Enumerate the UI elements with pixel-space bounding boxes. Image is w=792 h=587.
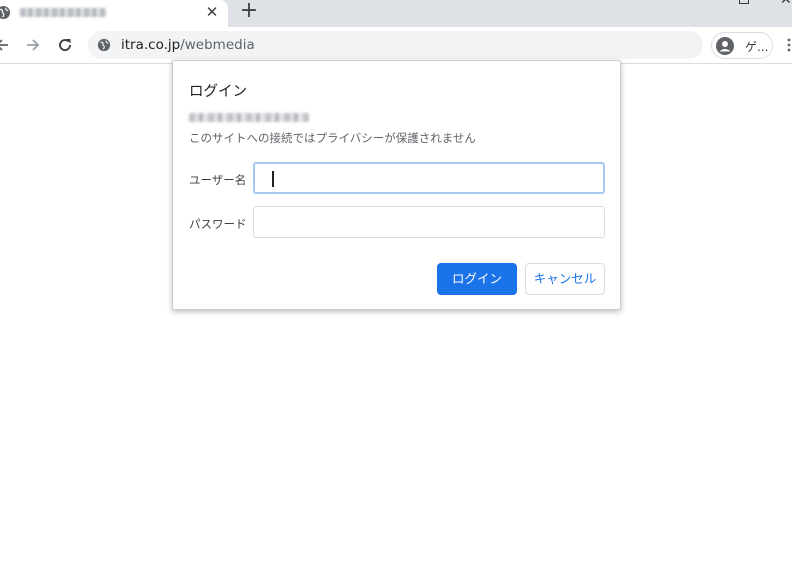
privacy-notice: このサイトへの接続ではプライバシーが保護されません (189, 131, 476, 145)
login-button[interactable]: ログイン (437, 263, 517, 295)
password-input[interactable] (253, 206, 605, 238)
browser-tab[interactable]: ✕ (0, 0, 228, 27)
url-text: itra.co.jp/webmedia (121, 37, 255, 53)
tab-title-obscured (20, 8, 106, 17)
menu-icon[interactable] (786, 37, 792, 53)
window-close-icon[interactable]: ✕ (780, 0, 792, 8)
tab-close-icon[interactable]: ✕ (203, 3, 221, 21)
url-host: itra.co.jp (121, 37, 181, 53)
username-label: ユーザー名 (189, 173, 247, 187)
new-tab-button[interactable]: + (238, 0, 260, 22)
dialog-origin-obscured (189, 113, 309, 122)
avatar-icon (716, 37, 734, 55)
text-caret (272, 171, 274, 187)
profile-button[interactable]: ゲ... (711, 32, 773, 59)
site-info-globe-icon[interactable] (97, 38, 111, 52)
maximize-icon[interactable] (739, 0, 749, 4)
forward-arrow-icon[interactable] (23, 35, 43, 55)
reload-icon[interactable] (55, 35, 75, 55)
dialog-title: ログイン (189, 84, 247, 100)
cancel-button[interactable]: キャンセル (525, 263, 605, 295)
address-bar[interactable]: itra.co.jp/webmedia (88, 31, 703, 59)
profile-label: ゲ... (745, 40, 769, 54)
login-dialog: ログイン このサイトへの接続ではプライバシーが保護されません ユーザー名 パスワ… (172, 60, 621, 310)
toolbar: itra.co.jp/webmedia ゲ... (0, 27, 792, 64)
globe-icon (0, 5, 11, 20)
username-input[interactable] (253, 162, 605, 194)
url-path: /webmedia (180, 37, 255, 53)
password-label: パスワード (189, 217, 247, 231)
back-arrow-icon[interactable] (0, 35, 12, 55)
tab-strip: ✕ + ✕ (0, 0, 792, 27)
